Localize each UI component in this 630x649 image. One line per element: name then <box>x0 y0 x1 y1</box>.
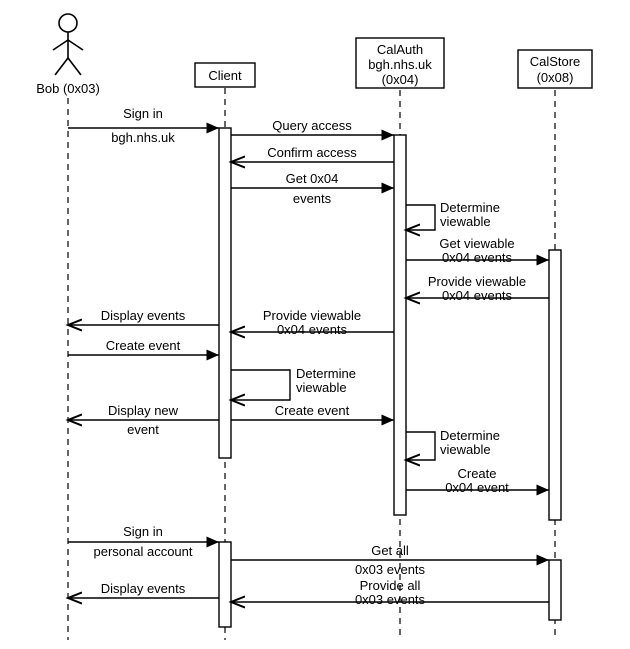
msg-provide-all-0x03: Provide all 0x03 events <box>231 578 549 607</box>
svg-text:Display events: Display events <box>101 308 186 323</box>
msg-query-access: Query access <box>231 118 394 135</box>
svg-text:0x04 events: 0x04 events <box>442 250 513 265</box>
svg-text:Create event: Create event <box>106 338 181 353</box>
msg-get-viewable-0x04: Get viewable 0x04 events <box>406 236 549 265</box>
svg-text:Create: Create <box>457 466 496 481</box>
svg-text:0x04 events: 0x04 events <box>442 288 513 303</box>
activation-calauth-1 <box>394 135 406 515</box>
activation-calstore-1 <box>549 250 561 520</box>
svg-text:0x03 events: 0x03 events <box>355 592 426 607</box>
svg-text:(0x08): (0x08) <box>537 70 574 85</box>
msg-display-new-event: Display new event <box>68 403 219 437</box>
sequence-diagram: Bob (0x03) Client CalAuth bgh.nhs.uk (0x… <box>0 0 630 649</box>
svg-text:Display events: Display events <box>101 581 186 596</box>
svg-text:Sign in: Sign in <box>123 106 163 121</box>
svg-text:event: event <box>127 422 159 437</box>
activation-calstore-2 <box>549 560 561 620</box>
svg-text:0x03 events: 0x03 events <box>355 562 426 577</box>
msg-determine-viewable-3: Determine viewable <box>406 428 500 460</box>
svg-text:CalAuth: CalAuth <box>377 42 423 57</box>
svg-text:Get all: Get all <box>371 543 409 558</box>
svg-text:viewable: viewable <box>440 214 491 229</box>
svg-text:Provide viewable: Provide viewable <box>263 308 361 323</box>
svg-text:0x04 event: 0x04 event <box>445 480 509 495</box>
participant-client: Client <box>195 63 255 87</box>
msg-get-all-0x03: Get all 0x03 events <box>231 543 549 577</box>
participant-calstore: CalStore (0x08) <box>518 50 592 88</box>
svg-text:bgh.nhs.uk: bgh.nhs.uk <box>111 130 175 145</box>
msg-determine-viewable-1: Determine viewable <box>406 200 500 230</box>
svg-text:viewable: viewable <box>296 380 347 395</box>
svg-text:bgh.nhs.uk: bgh.nhs.uk <box>368 57 432 72</box>
svg-text:Determine: Determine <box>440 200 500 215</box>
svg-text:Confirm access: Confirm access <box>267 145 357 160</box>
svg-text:Query access: Query access <box>272 118 352 133</box>
svg-text:personal account: personal account <box>93 544 192 559</box>
svg-text:events: events <box>293 191 332 206</box>
svg-text:Display new: Display new <box>108 403 179 418</box>
msg-determine-viewable-2: Determine viewable <box>231 366 356 400</box>
activation-client-1 <box>219 128 231 458</box>
svg-text:Determine: Determine <box>440 428 500 443</box>
svg-text:Get viewable: Get viewable <box>439 236 514 251</box>
participant-calauth: CalAuth bgh.nhs.uk (0x04) <box>356 38 444 88</box>
actor-label: Bob (0x03) <box>36 81 100 96</box>
msg-provide-viewable-0x04-auth: Provide viewable 0x04 events <box>231 308 394 337</box>
svg-text:Sign in: Sign in <box>123 524 163 539</box>
svg-text:viewable: viewable <box>440 442 491 457</box>
svg-text:0x04 events: 0x04 events <box>277 322 348 337</box>
msg-display-events-1: Display events <box>68 308 219 325</box>
svg-text:(0x04): (0x04) <box>382 72 419 87</box>
svg-text:Provide viewable: Provide viewable <box>428 274 526 289</box>
msg-create-0x04-event: Create 0x04 event <box>406 466 549 495</box>
svg-text:Create event: Create event <box>275 403 350 418</box>
msg-display-events-2: Display events <box>68 581 219 598</box>
svg-text:Get 0x04: Get 0x04 <box>286 171 339 186</box>
msg-create-event-auth: Create event <box>231 403 394 420</box>
actor-bob: Bob (0x03) <box>36 14 100 96</box>
msg-create-event-user: Create event <box>68 338 219 355</box>
svg-text:CalStore: CalStore <box>530 54 581 69</box>
client-label: Client <box>208 68 242 83</box>
msg-confirm-access: Confirm access <box>231 145 394 162</box>
msg-signin-personal: Sign in personal account <box>68 524 219 559</box>
svg-text:Provide all: Provide all <box>360 578 421 593</box>
activation-client-2 <box>219 542 231 627</box>
msg-signin-bgh: Sign in bgh.nhs.uk <box>68 106 219 145</box>
svg-text:Determine: Determine <box>296 366 356 381</box>
msg-get-0x04-events: Get 0x04 events <box>231 171 394 206</box>
msg-provide-viewable-0x04-store: Provide viewable 0x04 events <box>406 274 549 303</box>
